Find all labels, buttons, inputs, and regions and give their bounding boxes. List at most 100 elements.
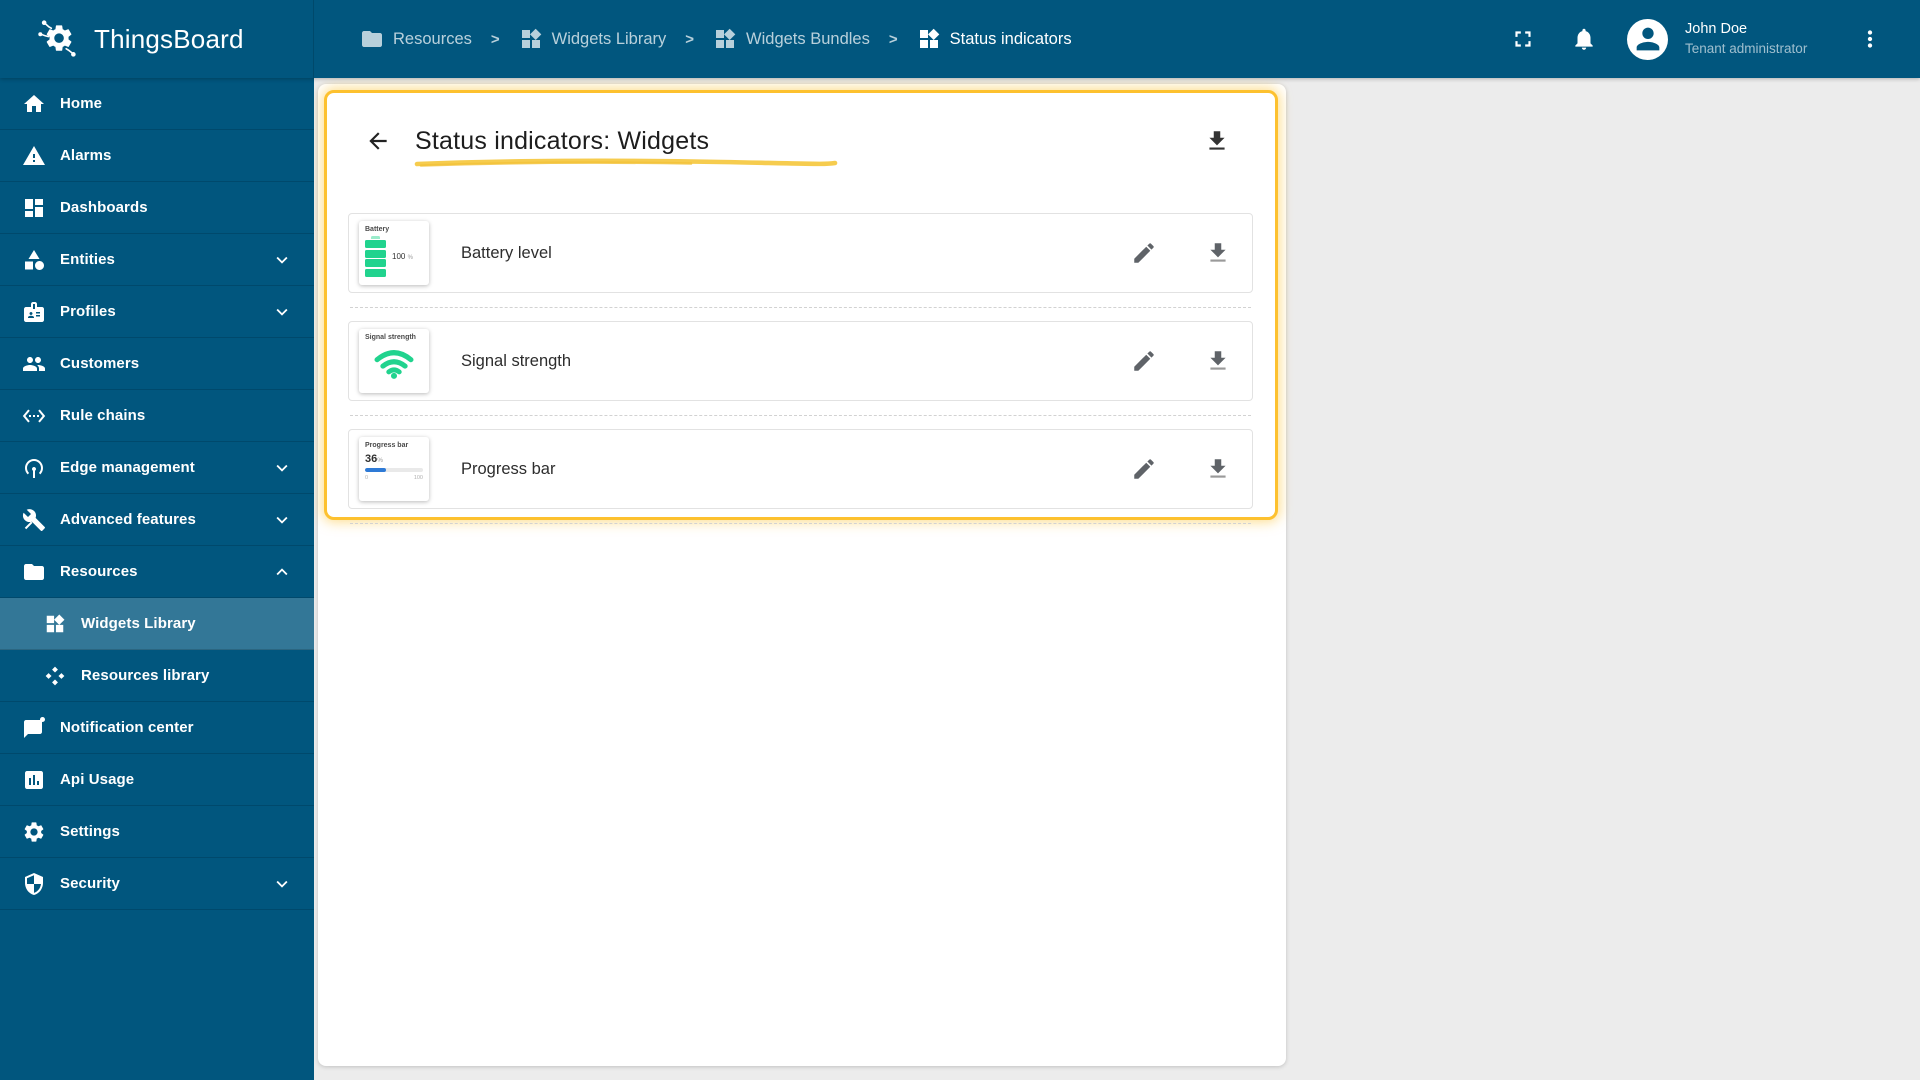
sidebar-item-label: Notification center	[60, 719, 194, 736]
edit-widget-button[interactable]	[1124, 449, 1164, 489]
widget-row-progress-bar[interactable]: Progress bar 36% 0 100 Progress bar	[348, 429, 1253, 509]
avatar-person-icon	[1631, 22, 1665, 56]
breadcrumb-label: Widgets Library	[551, 29, 667, 48]
breadcrumb-label: Status indicators	[949, 29, 1072, 48]
diamonds-icon	[43, 664, 67, 688]
sidebar-item-widgets-library[interactable]: Widgets Library	[0, 598, 314, 650]
sidebar-item-label: Security	[60, 875, 120, 892]
progress-scale: 0 100	[365, 475, 423, 481]
card-header: Status indicators: Widgets	[358, 119, 1237, 163]
download-icon	[1205, 348, 1231, 374]
fullscreen-button[interactable]	[1503, 19, 1543, 59]
edit-widget-button[interactable]	[1124, 341, 1164, 381]
widgets-icon	[519, 27, 543, 51]
sidebar-item-alarms[interactable]: Alarms	[0, 130, 314, 182]
sidebar-item-rule-chains[interactable]: Rule chains	[0, 390, 314, 442]
preview-title: Battery	[365, 226, 390, 233]
header-actions: John Doe Tenant administrator	[1503, 0, 1920, 78]
shield-icon	[22, 872, 46, 896]
widget-name: Progress bar	[461, 459, 556, 478]
folder-icon	[360, 27, 384, 51]
sidebar-item-label: Edge management	[60, 459, 195, 476]
chart-box-icon	[22, 768, 46, 792]
sidebar-item-advanced-features[interactable]: Advanced features	[0, 494, 314, 546]
user-avatar[interactable]	[1627, 18, 1668, 60]
tour-highlight-card: Status indicators: Widgets Battery 100 %…	[324, 90, 1278, 524]
sidebar-item-profiles[interactable]: Profiles	[0, 286, 314, 338]
widget-preview-signal: Signal strength	[359, 329, 429, 393]
widget-row-battery-level[interactable]: Battery 100 % Battery level	[348, 213, 1253, 293]
back-button[interactable]	[358, 121, 398, 161]
main-content: Status indicators: Widgets Battery 100 %…	[314, 78, 1920, 1080]
chevron-up-icon	[270, 560, 294, 584]
edit-pencil-icon	[1131, 240, 1157, 266]
progress-bar	[365, 468, 423, 472]
app-logo[interactable]: ThingsBoard	[0, 0, 314, 78]
sidebar-item-dashboards[interactable]: Dashboards	[0, 182, 314, 234]
preview-title: Signal strength	[365, 334, 416, 341]
widget-slot: Signal strength Signal strength	[348, 321, 1253, 416]
antenna-icon	[22, 456, 46, 480]
breadcrumb-widgets-library[interactable]: Widgets Library	[519, 27, 667, 51]
bell-icon	[1571, 26, 1597, 52]
sidebar-item-label: Widgets Library	[81, 615, 196, 632]
export-widget-button[interactable]	[1198, 449, 1238, 489]
app-title: ThingsBoard	[94, 23, 244, 54]
breadcrumb-separator: >	[685, 30, 695, 48]
widget-type-list: Battery 100 % Battery level Signal stren…	[348, 213, 1253, 537]
breadcrumb-label: Resources	[393, 29, 472, 48]
chevron-down-icon	[270, 456, 294, 480]
battery-value: 100 %	[392, 251, 413, 261]
more-menu-button[interactable]	[1850, 19, 1890, 59]
sidebar-item-resources-library[interactable]: Resources library	[0, 650, 314, 702]
sidebar-item-label: Alarms	[60, 147, 112, 164]
sidebar-item-entities[interactable]: Entities	[0, 234, 314, 286]
sidebar-item-customers[interactable]: Customers	[0, 338, 314, 390]
edit-pencil-icon	[1131, 456, 1157, 482]
folder-icon	[22, 560, 46, 584]
widget-row-signal-strength[interactable]: Signal strength Signal strength	[348, 321, 1253, 401]
sidebar-item-edge-management[interactable]: Edge management	[0, 442, 314, 494]
export-bundle-button[interactable]	[1197, 121, 1237, 161]
sidebar-item-label: Home	[60, 95, 103, 112]
wifi-icon	[365, 345, 423, 379]
edit-pencil-icon	[1131, 348, 1157, 374]
sidebar-item-security[interactable]: Security	[0, 858, 314, 910]
sidebar-item-settings[interactable]: Settings	[0, 806, 314, 858]
sidebar-item-resources[interactable]: Resources	[0, 546, 314, 598]
sidebar-item-label: Resources library	[81, 667, 210, 684]
widget-preview-progress: Progress bar 36% 0 100	[359, 437, 429, 501]
edit-widget-button[interactable]	[1124, 233, 1164, 273]
code-brackets-icon	[22, 404, 46, 428]
widget-preview-battery: Battery 100 %	[359, 221, 429, 285]
widget-name: Battery level	[461, 243, 552, 262]
people-icon	[22, 352, 46, 376]
widgets-icon	[917, 27, 941, 51]
export-widget-button[interactable]	[1198, 233, 1238, 273]
sidebar-item-label: Customers	[60, 355, 140, 372]
chevron-down-icon	[270, 300, 294, 324]
sidebar-item-home[interactable]: Home	[0, 78, 314, 130]
user-info[interactable]: John Doe Tenant administrator	[1685, 20, 1825, 58]
dashboard-icon	[22, 196, 46, 220]
back-arrow-icon	[365, 128, 391, 154]
sidebar-item-label: Entities	[60, 251, 115, 268]
breadcrumb-widgets-bundles[interactable]: Widgets Bundles	[713, 27, 870, 51]
gear-icon	[22, 820, 46, 844]
thingsboard-logo-icon	[36, 16, 82, 62]
chevron-down-icon	[270, 248, 294, 272]
breadcrumb-resources[interactable]: Resources	[360, 27, 472, 51]
notifications-button[interactable]	[1564, 19, 1604, 59]
download-icon	[1204, 128, 1230, 154]
sidebar-item-label: Settings	[60, 823, 120, 840]
sidebar-item-notification-center[interactable]: Notification center	[0, 702, 314, 754]
progress-value: 36%	[365, 453, 384, 465]
chevron-down-icon	[270, 508, 294, 532]
breadcrumb-status-indicators: Status indicators	[917, 27, 1072, 51]
user-name: John Doe	[1685, 21, 1748, 38]
warning-icon	[22, 144, 46, 168]
breadcrumb: Resources > Widgets Library > Widgets Bu…	[360, 0, 1072, 78]
notification-message-icon	[22, 716, 46, 740]
sidebar-item-api-usage[interactable]: Api Usage	[0, 754, 314, 806]
export-widget-button[interactable]	[1198, 341, 1238, 381]
